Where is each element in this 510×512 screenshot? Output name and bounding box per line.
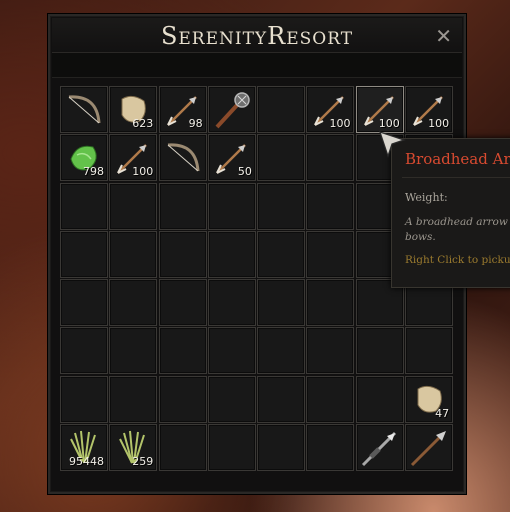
inventory-slot[interactable] (158, 230, 207, 278)
inventory-slot[interactable] (60, 375, 108, 423)
inventory-slot[interactable] (109, 327, 158, 375)
tooltip-weight: Weight: (405, 191, 448, 204)
inventory-slot[interactable] (257, 86, 306, 133)
mouse-cursor-icon (379, 131, 406, 158)
item-quantity: 95448 (69, 455, 104, 469)
inventory-slot[interactable]: 100 (306, 86, 355, 133)
inventory-slot[interactable] (60, 230, 108, 278)
item-quantity: 98 (188, 117, 203, 130)
inventory-slot[interactable] (405, 327, 454, 375)
item-quantity: 259 (132, 455, 154, 469)
inventory-slot[interactable] (306, 279, 355, 327)
window-subbar (52, 53, 462, 78)
inventory-slot[interactable] (158, 182, 207, 230)
inventory-slot[interactable]: 100 (355, 86, 404, 133)
inventory-slot[interactable] (158, 279, 207, 327)
inventory-slot[interactable] (60, 327, 108, 375)
inventory-slot[interactable] (355, 424, 404, 472)
title-bar: SerenityResort ✕ (52, 18, 462, 53)
inventory-slot[interactable] (257, 375, 306, 423)
inventory-slot[interactable] (207, 279, 256, 327)
inventory-slot[interactable] (158, 424, 207, 472)
item-quantity: 100 (378, 117, 400, 130)
inventory-slot[interactable] (306, 182, 355, 230)
inventory-slot[interactable] (355, 327, 404, 375)
inventory-slot[interactable] (109, 230, 158, 278)
inventory-slot[interactable] (207, 182, 256, 230)
inventory-slot[interactable]: 50 (207, 134, 256, 182)
inventory-slot[interactable]: 100 (109, 134, 158, 182)
tooltip-item-name: Broadhead Ar (405, 150, 510, 168)
inventory-slot[interactable] (306, 327, 355, 375)
item-quantity: 100 (428, 117, 450, 130)
inventory-slot[interactable] (207, 86, 256, 133)
inventory-slot[interactable] (207, 424, 256, 472)
inventory-slot[interactable] (109, 375, 158, 423)
item-quantity: 798 (83, 165, 104, 179)
inventory-slot[interactable] (257, 279, 306, 327)
inventory-slot[interactable] (306, 424, 355, 472)
inventory-slot[interactable] (355, 375, 404, 423)
inventory-slot[interactable] (207, 375, 256, 423)
inventory-slot[interactable] (306, 375, 355, 423)
inventory-slot[interactable] (257, 182, 306, 230)
inventory-slot[interactable]: 100 (405, 86, 454, 133)
inventory-slot[interactable] (60, 182, 108, 230)
inventory-slot[interactable]: 259 (109, 424, 158, 472)
close-icon[interactable]: ✕ (435, 24, 452, 48)
inventory-slot[interactable]: 98 (158, 86, 207, 133)
inventory-slot[interactable] (60, 86, 108, 133)
tooltip-description: A broadhead arrow t bows. (405, 216, 508, 243)
inventory-slot[interactable] (405, 424, 454, 472)
inventory-slot[interactable] (158, 134, 207, 182)
inventory-slot[interactable] (306, 134, 355, 182)
inventory-slot[interactable]: 623 (109, 86, 158, 133)
inventory-slot[interactable] (207, 230, 256, 278)
inventory-slot[interactable]: 798 (60, 134, 108, 182)
inventory-slot[interactable] (109, 182, 158, 230)
item-quantity: 100 (132, 165, 154, 179)
inventory-slot[interactable]: 47 (405, 375, 454, 423)
inventory-slot[interactable] (257, 134, 306, 182)
inventory-slot[interactable]: 95448 (60, 424, 108, 472)
inventory-slot[interactable] (207, 327, 256, 375)
inventory-slot[interactable] (257, 327, 306, 375)
item-quantity: 623 (132, 117, 154, 130)
item-quantity: 47 (435, 406, 450, 420)
inventory-slot[interactable] (306, 230, 355, 278)
inventory-slot[interactable] (60, 279, 108, 327)
tooltip-hint: Right Click to pickup (405, 254, 510, 266)
inventory-slot[interactable] (109, 279, 158, 327)
inventory-slot[interactable] (257, 424, 306, 472)
inventory-slot[interactable] (158, 327, 207, 375)
item-quantity: 50 (237, 165, 252, 179)
tooltip-divider (402, 177, 510, 178)
item-quantity: 100 (329, 117, 351, 130)
inventory-slot[interactable] (158, 375, 207, 423)
window-title: SerenityResort (160, 22, 354, 50)
inventory-slot[interactable] (257, 230, 306, 278)
item-tooltip: Broadhead Ar Weight: A broadhead arrow t… (391, 138, 510, 288)
